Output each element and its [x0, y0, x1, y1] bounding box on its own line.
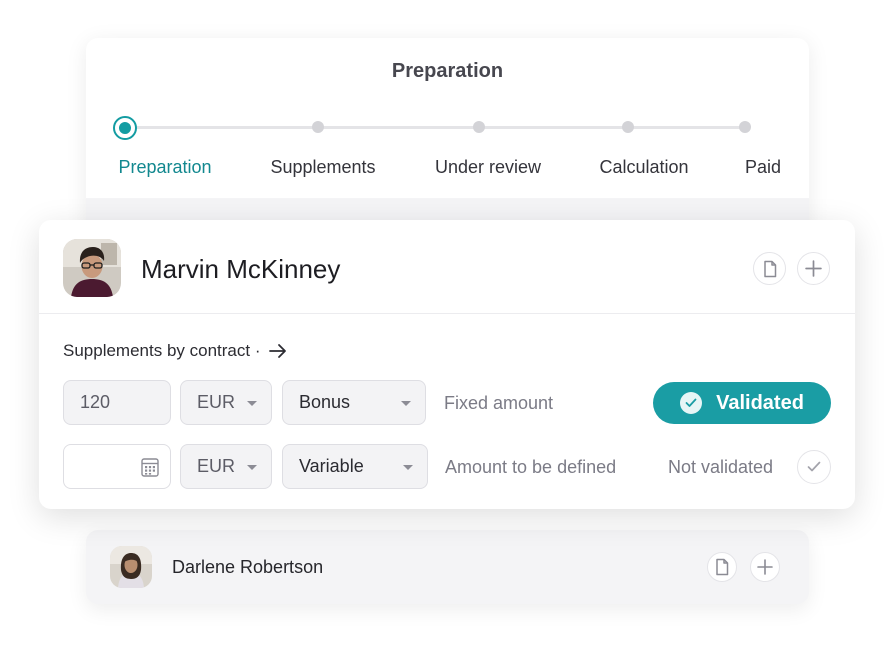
currency-value: EUR [197, 392, 236, 412]
calendar-icon[interactable] [141, 457, 159, 477]
add-button[interactable] [750, 552, 780, 582]
step-label-supplements[interactable]: Supplements [270, 157, 375, 178]
avatar [110, 546, 152, 588]
status-label: Not validated [668, 457, 774, 477]
step-dot-under-review[interactable] [473, 121, 485, 133]
currency-value: EUR [197, 456, 236, 476]
document-button[interactable] [707, 552, 737, 582]
step-dot-preparation[interactable] [113, 116, 137, 140]
avatar [63, 239, 121, 297]
step-label-under-review[interactable]: Under review [435, 157, 541, 178]
add-button[interactable] [797, 252, 830, 285]
supplements-section-label[interactable]: Supplements by contract · [63, 341, 288, 361]
document-icon [763, 260, 776, 277]
chevron-down-icon [247, 401, 257, 406]
chevron-down-icon [401, 401, 411, 406]
step-label-calculation[interactable]: Calculation [599, 157, 688, 178]
stepper-title: Preparation [391, 60, 504, 82]
check-circle-icon [680, 392, 703, 414]
type-value: Bonus [299, 392, 351, 412]
type-select[interactable]: Variable [282, 444, 428, 489]
document-button[interactable] [753, 252, 786, 285]
validated-button[interactable]: Validated [653, 382, 831, 424]
amount-value: 120 [80, 392, 111, 412]
employee-card-marvin: Marvin McKinney Supplements by contract … [39, 220, 855, 509]
step-dot-calculation[interactable] [622, 121, 634, 133]
step-dot-paid[interactable] [739, 121, 751, 133]
step-dot-supplements[interactable] [312, 121, 324, 133]
currency-select[interactable]: EUR [180, 444, 272, 489]
currency-select[interactable]: EUR [180, 380, 272, 425]
chevron-down-icon [403, 465, 413, 470]
row-description: Amount to be defined [445, 457, 617, 477]
validated-label: Validated [716, 391, 804, 414]
row-description: Fixed amount [444, 393, 554, 413]
employee-card-darlene[interactable]: Darlene Robertson [86, 530, 809, 604]
validate-button[interactable] [797, 450, 831, 484]
step-label-paid[interactable]: Paid [745, 157, 781, 178]
section-label-text: Supplements by contract · [63, 341, 261, 360]
step-label-preparation[interactable]: Preparation [118, 157, 211, 178]
amount-input[interactable] [63, 444, 171, 489]
employee-name: Marvin McKinney [141, 254, 341, 284]
type-value: Variable [299, 456, 364, 476]
arrow-right-icon[interactable] [268, 343, 288, 359]
stepper-track [124, 126, 746, 129]
check-icon [807, 461, 821, 472]
card-divider [39, 313, 855, 314]
amount-input[interactable]: 120 [63, 380, 171, 425]
document-icon [716, 558, 729, 576]
type-select[interactable]: Bonus [282, 380, 426, 425]
employee-name: Darlene Robertson [172, 557, 324, 577]
plus-icon [757, 559, 773, 575]
chevron-down-icon [247, 465, 257, 470]
plus-icon [805, 260, 822, 277]
